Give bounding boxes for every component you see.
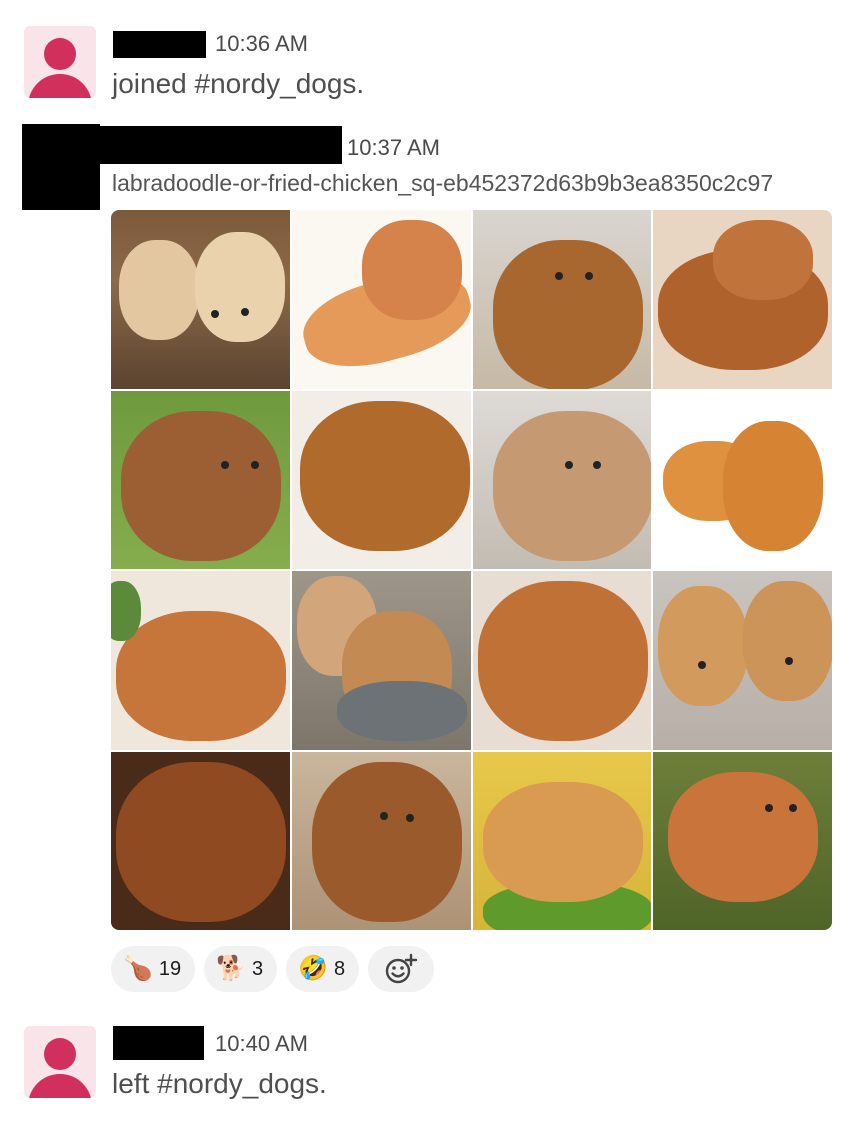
add-reaction-button[interactable]: [368, 946, 435, 992]
reaction-drumstick[interactable]: 🍗 19: [111, 946, 196, 992]
reaction-dog[interactable]: 🐕 3: [204, 946, 278, 992]
image-tile: [111, 210, 290, 389]
redacted-username: [113, 1026, 204, 1060]
redacted-avatar: [22, 124, 100, 210]
message-text: joined #nordy_dogs.: [112, 68, 365, 99]
image-tile: [111, 390, 290, 569]
reaction-count: 8: [334, 957, 346, 980]
image-tile: [472, 751, 652, 930]
redacted-username: [98, 126, 342, 164]
user-avatar[interactable]: [24, 1026, 96, 1098]
dog-icon: 🐕: [216, 955, 247, 982]
reaction-count: 19: [158, 957, 182, 980]
image-tile: [291, 571, 471, 750]
message-timestamp[interactable]: 10:37 AM: [347, 135, 440, 161]
message-timestamp[interactable]: 10:40 AM: [215, 1031, 308, 1057]
image-tile: [653, 571, 832, 750]
image-tile: [653, 751, 832, 930]
image-tile: [111, 751, 290, 930]
reactions-bar: 🍗 19 🐕 3 🤣 8: [111, 946, 435, 992]
image-tile: [472, 571, 652, 750]
image-tile: [472, 390, 652, 569]
message-text: left #nordy_dogs.: [112, 1068, 327, 1099]
message-timestamp[interactable]: 10:36 AM: [215, 31, 308, 57]
reaction-rofl[interactable]: 🤣 8: [286, 946, 360, 992]
attachment-image[interactable]: [111, 210, 832, 930]
user-avatar[interactable]: [24, 26, 96, 98]
attachment-filename[interactable]: labradoodle-or-fried-chicken_sq-eb452372…: [112, 170, 864, 197]
drumstick-icon: 🍗: [123, 955, 153, 982]
image-tile: [653, 390, 832, 569]
image-tile: [291, 210, 471, 389]
image-tile: [472, 210, 652, 389]
image-tile: [291, 751, 471, 930]
reaction-count: 3: [252, 957, 264, 980]
redacted-username: [113, 31, 206, 58]
add-reaction-icon: [385, 953, 418, 984]
rofl-icon: 🤣: [298, 955, 329, 982]
image-tile: [111, 571, 290, 750]
image-tile: [291, 390, 471, 569]
message-left: 10:40 AM left #nordy_dogs.: [0, 1010, 864, 1126]
message-joined: 10:36 AM joined #nordy_dogs.: [0, 0, 864, 110]
image-tile: [653, 210, 832, 389]
